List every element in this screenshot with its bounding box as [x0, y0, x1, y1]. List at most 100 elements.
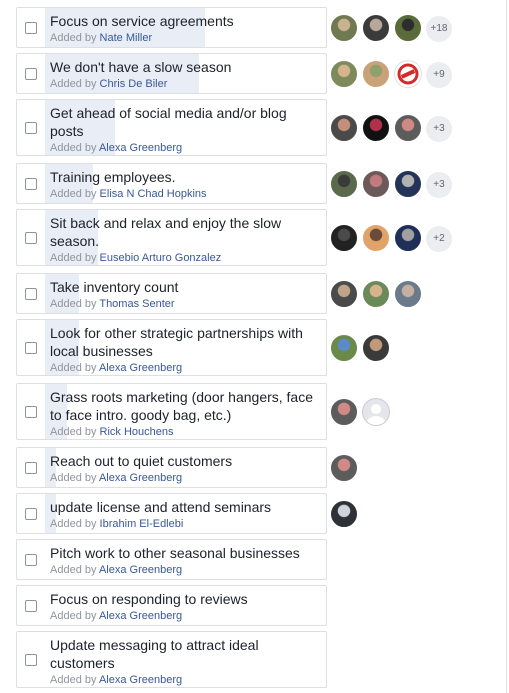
option-checkbox[interactable]: [25, 21, 37, 34]
voter-avatar[interactable]: [362, 279, 390, 308]
added-by-name-link[interactable]: Nate Miller: [100, 32, 153, 44]
option-checkbox[interactable]: [25, 177, 37, 190]
option-text: Pitch work to other seasonal businesses A…: [50, 544, 320, 578]
added-by-prefix: Added by: [50, 188, 97, 200]
poll-option-row: Focus on service agreements Added by Nate…: [16, 7, 506, 48]
voter-avatar[interactable]: [362, 13, 390, 42]
voter-avatar[interactable]: [330, 279, 358, 308]
poll-option[interactable]: Focus on responding to reviews Added by A…: [16, 585, 327, 626]
poll-option[interactable]: Pitch work to other seasonal businesses A…: [16, 539, 327, 580]
poll-option[interactable]: Reach out to quiet customers Added by Ale…: [16, 447, 327, 488]
voter-avatar[interactable]: [394, 279, 422, 308]
more-voters-badge[interactable]: +18: [426, 15, 452, 42]
added-by-name-link[interactable]: Alexa Greenberg: [99, 472, 182, 484]
voter-avatar[interactable]: [362, 223, 390, 252]
option-checkbox[interactable]: [25, 461, 37, 474]
poll-option[interactable]: Sit back and relax and enjoy the slow se…: [16, 209, 327, 266]
poll-option[interactable]: We don't have a slow season Added by Chri…: [16, 53, 327, 94]
voter-avatar[interactable]: [394, 113, 422, 142]
voter-avatar[interactable]: [330, 169, 358, 198]
voter-avatar[interactable]: [362, 59, 390, 88]
option-label: Get ahead of social media and/or blog po…: [50, 105, 287, 139]
added-by-name-link[interactable]: Thomas Senter: [99, 298, 174, 310]
added-by-prefix: Added by: [50, 674, 97, 686]
voter-avatar[interactable]: [330, 223, 358, 252]
option-checkbox[interactable]: [25, 653, 37, 666]
more-voters-badge[interactable]: +9: [426, 61, 452, 88]
poll-option-row: Look for other strategic partnerships wi…: [16, 319, 506, 376]
added-by-prefix: Added by: [50, 32, 97, 44]
option-label: Focus on service agreements: [50, 13, 234, 29]
added-by-name-link[interactable]: Eusebio Arturo Gonzalez: [100, 252, 222, 264]
poll-option-row: Focus on responding to reviews Added by A…: [16, 585, 506, 626]
added-by-name-link[interactable]: Alexa Greenberg: [99, 674, 182, 686]
voter-avatar[interactable]: [330, 397, 358, 426]
option-text: Update messaging to attract ideal custom…: [50, 636, 320, 687]
added-by-prefix: Added by: [50, 142, 97, 154]
default-avatar-icon[interactable]: [362, 397, 390, 426]
more-voters-badge[interactable]: +3: [426, 115, 452, 142]
added-by-name-link[interactable]: Alexa Greenberg: [99, 610, 182, 622]
added-by-prefix: Added by: [50, 252, 97, 264]
voter-avatar[interactable]: [330, 113, 358, 142]
added-by-line: Added by Alexa Greenberg: [50, 140, 320, 155]
voter-avatar[interactable]: [362, 113, 390, 142]
poll-option[interactable]: Take inventory count Added by Thomas Sent…: [16, 273, 327, 314]
poll-option[interactable]: update license and attend seminars Added …: [16, 493, 327, 534]
option-text: Training employees. Added by Elisa N Chad…: [50, 168, 320, 202]
added-by-prefix: Added by: [50, 78, 97, 90]
voter-avatar[interactable]: [330, 499, 358, 528]
option-checkbox[interactable]: [25, 287, 37, 300]
added-by-line: Added by Elisa N Chad Hopkins: [50, 186, 320, 202]
poll-option[interactable]: Training employees. Added by Elisa N Chad…: [16, 163, 327, 204]
option-checkbox[interactable]: [25, 553, 37, 566]
added-by-name-link[interactable]: Alexa Greenberg: [99, 564, 182, 576]
more-voters-badge[interactable]: +3: [426, 171, 452, 198]
added-by-line: Added by Ibrahim El-Edlebi: [50, 516, 320, 532]
voter-avatar[interactable]: [330, 59, 358, 88]
added-by-line: Added by Alexa Greenberg: [50, 470, 320, 486]
poll-option[interactable]: Focus on service agreements Added by Nate…: [16, 7, 327, 48]
voter-avatar[interactable]: [330, 333, 358, 362]
poll-option-row: Sit back and relax and enjoy the slow se…: [16, 209, 506, 266]
added-by-name-link[interactable]: Rick Houchens: [100, 426, 174, 438]
option-label: Pitch work to other seasonal businesses: [50, 545, 300, 561]
option-checkbox[interactable]: [25, 121, 37, 134]
option-checkbox[interactable]: [25, 231, 37, 244]
added-by-prefix: Added by: [50, 426, 97, 438]
added-by-name-link[interactable]: Alexa Greenberg: [99, 362, 182, 374]
poll-option-row: Get ahead of social media and/or blog po…: [16, 99, 506, 156]
poll-option[interactable]: Grass roots marketing (door hangers, fac…: [16, 383, 327, 440]
option-label: Grass roots marketing (door hangers, fac…: [50, 389, 314, 423]
voter-avatar[interactable]: [394, 59, 422, 88]
voter-avatar[interactable]: [330, 13, 358, 42]
option-label: Take inventory count: [50, 279, 179, 295]
poll-option-row: update license and attend seminars Added …: [16, 493, 506, 534]
voter-avatar[interactable]: [330, 453, 358, 482]
more-voters-badge[interactable]: +2: [426, 225, 452, 252]
added-by-line: Added by Alexa Greenberg: [50, 562, 320, 578]
added-by-name-link[interactable]: Alexa Greenberg: [99, 142, 182, 154]
option-checkbox[interactable]: [25, 67, 37, 80]
voter-avatar[interactable]: [362, 333, 390, 362]
poll-option[interactable]: Get ahead of social media and/or blog po…: [16, 99, 327, 156]
poll-option[interactable]: Look for other strategic partnerships wi…: [16, 319, 327, 376]
added-by-name-link[interactable]: Elisa N Chad Hopkins: [100, 188, 207, 200]
option-checkbox[interactable]: [25, 599, 37, 612]
added-by-line: Added by Chris De Biler: [50, 76, 320, 92]
added-by-name-link[interactable]: Ibrahim El-Edlebi: [100, 518, 184, 530]
option-text: Take inventory count Added by Thomas Sent…: [50, 278, 320, 312]
voter-avatar[interactable]: [394, 13, 422, 42]
voter-avatar[interactable]: [394, 223, 422, 252]
option-checkbox[interactable]: [25, 341, 37, 354]
option-label: Sit back and relax and enjoy the slow se…: [50, 215, 282, 249]
option-label: Reach out to quiet customers: [50, 453, 233, 469]
option-text: Focus on service agreements Added by Nate…: [50, 12, 320, 46]
poll-option-row: Update messaging to attract ideal custom…: [16, 631, 506, 688]
poll-option[interactable]: Update messaging to attract ideal custom…: [16, 631, 327, 688]
option-checkbox[interactable]: [25, 507, 37, 520]
voter-avatar[interactable]: [394, 169, 422, 198]
option-checkbox[interactable]: [25, 405, 37, 418]
voter-avatar[interactable]: [362, 169, 390, 198]
added-by-name-link[interactable]: Chris De Biler: [100, 78, 168, 90]
